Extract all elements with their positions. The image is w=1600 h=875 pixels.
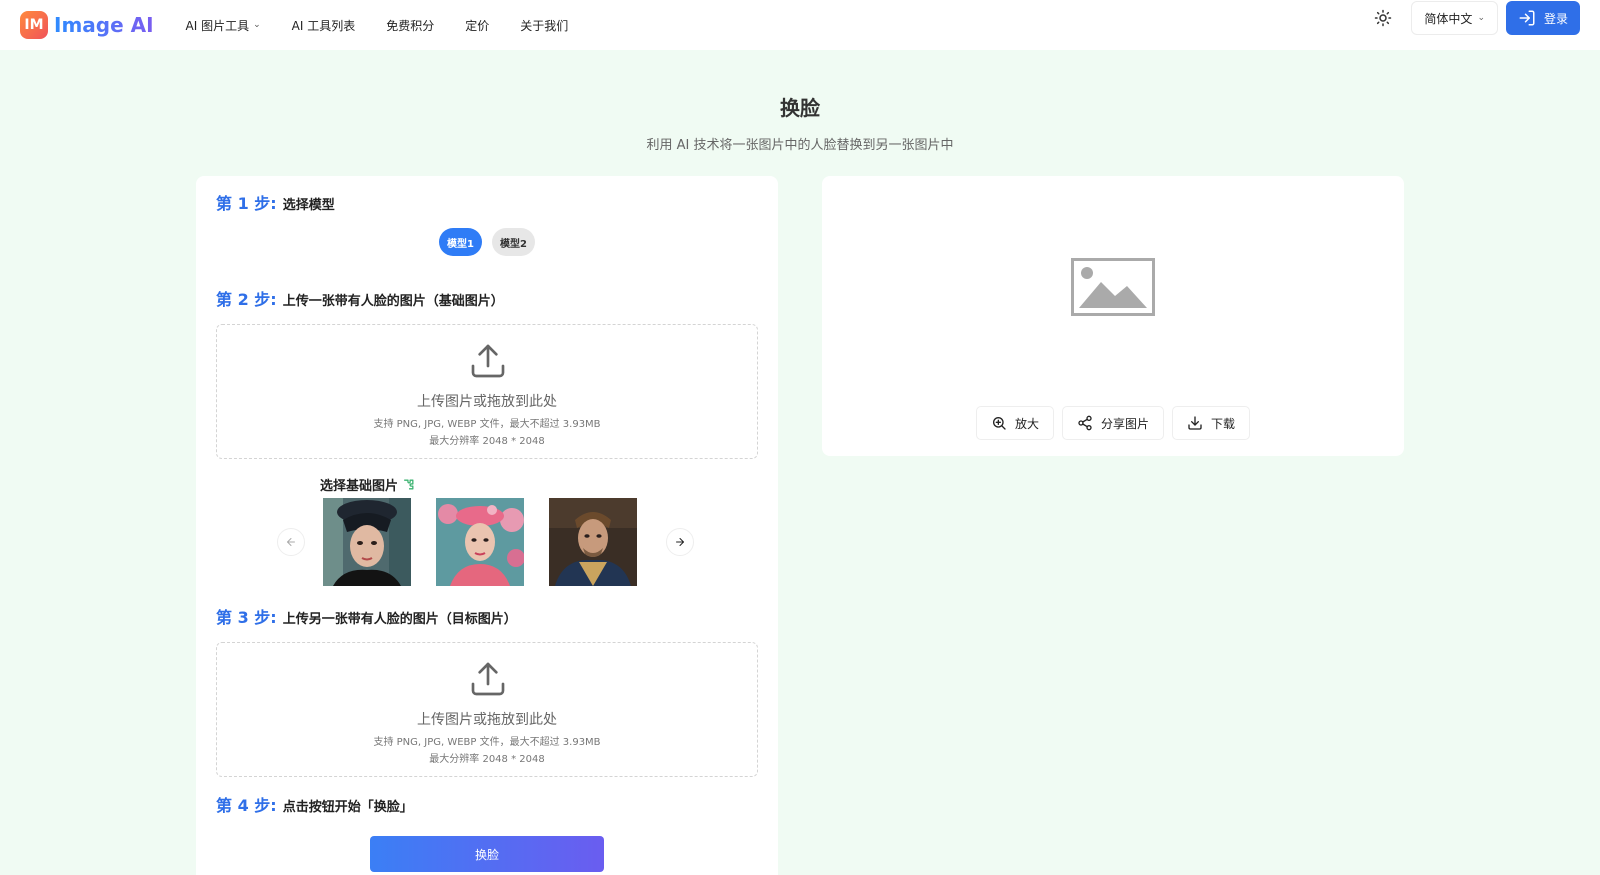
model-1-button[interactable]: 模型1 — [439, 228, 482, 256]
header-actions: 简体中文 ⌄ 登录 — [1369, 0, 1580, 36]
zoom-label: 放大 — [1014, 416, 1039, 431]
nav-label: AI 图片工具 — [185, 18, 250, 33]
portrait-image — [549, 498, 637, 586]
language-label: 简体中文 — [1424, 11, 1473, 26]
download-icon — [1188, 416, 1202, 430]
portrait-image — [323, 498, 411, 586]
login-label: 登录 — [1543, 11, 1568, 26]
top-nav-bar: IM Image AI AI 图片工具 ⌄ AI 工具列表 免费积分 定价 关于… — [0, 0, 1600, 50]
step-2-heading: 第 2 步: 上传一张带有人脸的图片（基础图片） — [216, 286, 504, 310]
brand-name: Image AI — [54, 13, 154, 37]
arrow-left-icon — [287, 538, 295, 546]
base-images-label: 选择基础图片 — [320, 475, 415, 494]
step-1-heading: 第 1 步: 选择模型 — [216, 190, 335, 214]
nav-label: 定价 — [465, 18, 490, 33]
upload-resolution-hint: 最大分辨率 2048 * 2048 — [429, 436, 545, 447]
upload-format-hint: 支持 PNG, JPG, WEBP 文件，最大不超过 3.93MB — [373, 419, 601, 430]
portrait-image — [436, 498, 524, 586]
nav-ai-image-tools[interactable]: AI 图片工具 ⌄ — [186, 17, 261, 34]
nav-label: AI 工具列表 — [291, 18, 356, 33]
upload-format-hint: 支持 PNG, JPG, WEBP 文件，最大不超过 3.93MB — [373, 737, 601, 748]
base-images-text: 选择基础图片 — [320, 479, 399, 494]
step-label: 第 4 步: — [216, 796, 277, 815]
nav-label: 关于我们 — [520, 18, 569, 33]
main-nav: AI 图片工具 ⌄ AI 工具列表 免费积分 定价 关于我们 — [186, 17, 600, 34]
share-icon — [1078, 415, 1092, 431]
face-swap-submit-button[interactable]: 换脸 — [370, 836, 604, 872]
step-label: 第 2 步: — [216, 290, 277, 309]
nav-pricing[interactable]: 定价 — [465, 17, 489, 34]
step-text: 上传一张带有人脸的图片（基础图片） — [282, 294, 504, 309]
image-placeholder-icon — [1071, 258, 1155, 316]
login-button[interactable]: 登录 — [1505, 1, 1580, 35]
upload-icon — [471, 344, 505, 378]
nav-label: 免费积分 — [386, 18, 435, 33]
upload-instruction: 上传图片或拖放到此处 — [417, 394, 557, 410]
theme-toggle-button[interactable] — [1369, 4, 1397, 32]
model-selector: 模型1 模型2 — [196, 228, 778, 256]
page-subtitle: 利用 AI 技术将一张图片中的人脸替换到另一张图片中 — [646, 138, 954, 153]
arrow-right-icon — [676, 538, 684, 546]
zoom-in-icon — [992, 417, 1006, 430]
zoom-button[interactable]: 放大 — [975, 406, 1054, 440]
carousel-next-button[interactable] — [666, 528, 694, 556]
face-swap-form-card: 第 1 步: 选择模型 模型1 模型2 第 2 步: 上传一张带有人脸的图片（基… — [196, 176, 778, 875]
chevron-down-icon: ⌄ — [1477, 13, 1485, 23]
base-image-thumbnail-2[interactable] — [436, 498, 524, 586]
step-text: 上传另一张带有人脸的图片（目标图片） — [282, 612, 517, 627]
logo-badge: IM — [20, 11, 48, 39]
step-text: 点击按钮开始「换脸」 — [282, 800, 413, 815]
share-label: 分享图片 — [1100, 416, 1149, 431]
page-title: 换脸 — [780, 96, 820, 120]
nav-free-credits[interactable]: 免费积分 — [386, 17, 434, 34]
step-4-heading: 第 4 步: 点击按钮开始「换脸」 — [216, 792, 413, 816]
nav-about-us[interactable]: 关于我们 — [520, 17, 568, 34]
download-button[interactable]: 下载 — [1172, 406, 1251, 440]
model-2-button[interactable]: 模型2 — [492, 228, 535, 256]
step-text: 选择模型 — [282, 198, 335, 213]
carousel-prev-button[interactable] — [277, 528, 305, 556]
download-label: 下载 — [1211, 416, 1236, 431]
step-3-heading: 第 3 步: 上传另一张带有人脸的图片（目标图片） — [216, 604, 517, 628]
nav-ai-tool-list[interactable]: AI 工具列表 — [292, 17, 356, 34]
base-image-thumbnail-3[interactable] — [549, 498, 637, 586]
upload-resolution-hint: 最大分辨率 2048 * 2048 — [429, 754, 545, 765]
target-image-upload-area[interactable]: 上传图片或拖放到此处 支持 PNG, JPG, WEBP 文件，最大不超过 3.… — [216, 642, 758, 777]
login-icon — [1519, 10, 1535, 26]
language-selector[interactable]: 简体中文 ⌄ — [1411, 1, 1498, 35]
sun-icon — [1375, 9, 1392, 27]
share-image-button[interactable]: 分享图片 — [1061, 406, 1164, 440]
result-actions: 放大 分享图片 下载 — [822, 406, 1404, 440]
step-label: 第 3 步: — [216, 608, 277, 627]
result-preview-card: 放大 分享图片 下载 — [822, 176, 1404, 456]
base-image-thumbnail-1[interactable] — [323, 498, 411, 586]
chevron-down-icon: ⌄ — [253, 20, 261, 30]
base-image-upload-area[interactable]: 上传图片或拖放到此处 支持 PNG, JPG, WEBP 文件，最大不超过 3.… — [216, 324, 758, 459]
step-label: 第 1 步: — [216, 194, 277, 213]
puzzle-icon — [404, 479, 414, 490]
logo[interactable]: IM Image AI — [20, 11, 154, 39]
upload-icon — [471, 662, 505, 696]
upload-instruction: 上传图片或拖放到此处 — [417, 712, 557, 728]
